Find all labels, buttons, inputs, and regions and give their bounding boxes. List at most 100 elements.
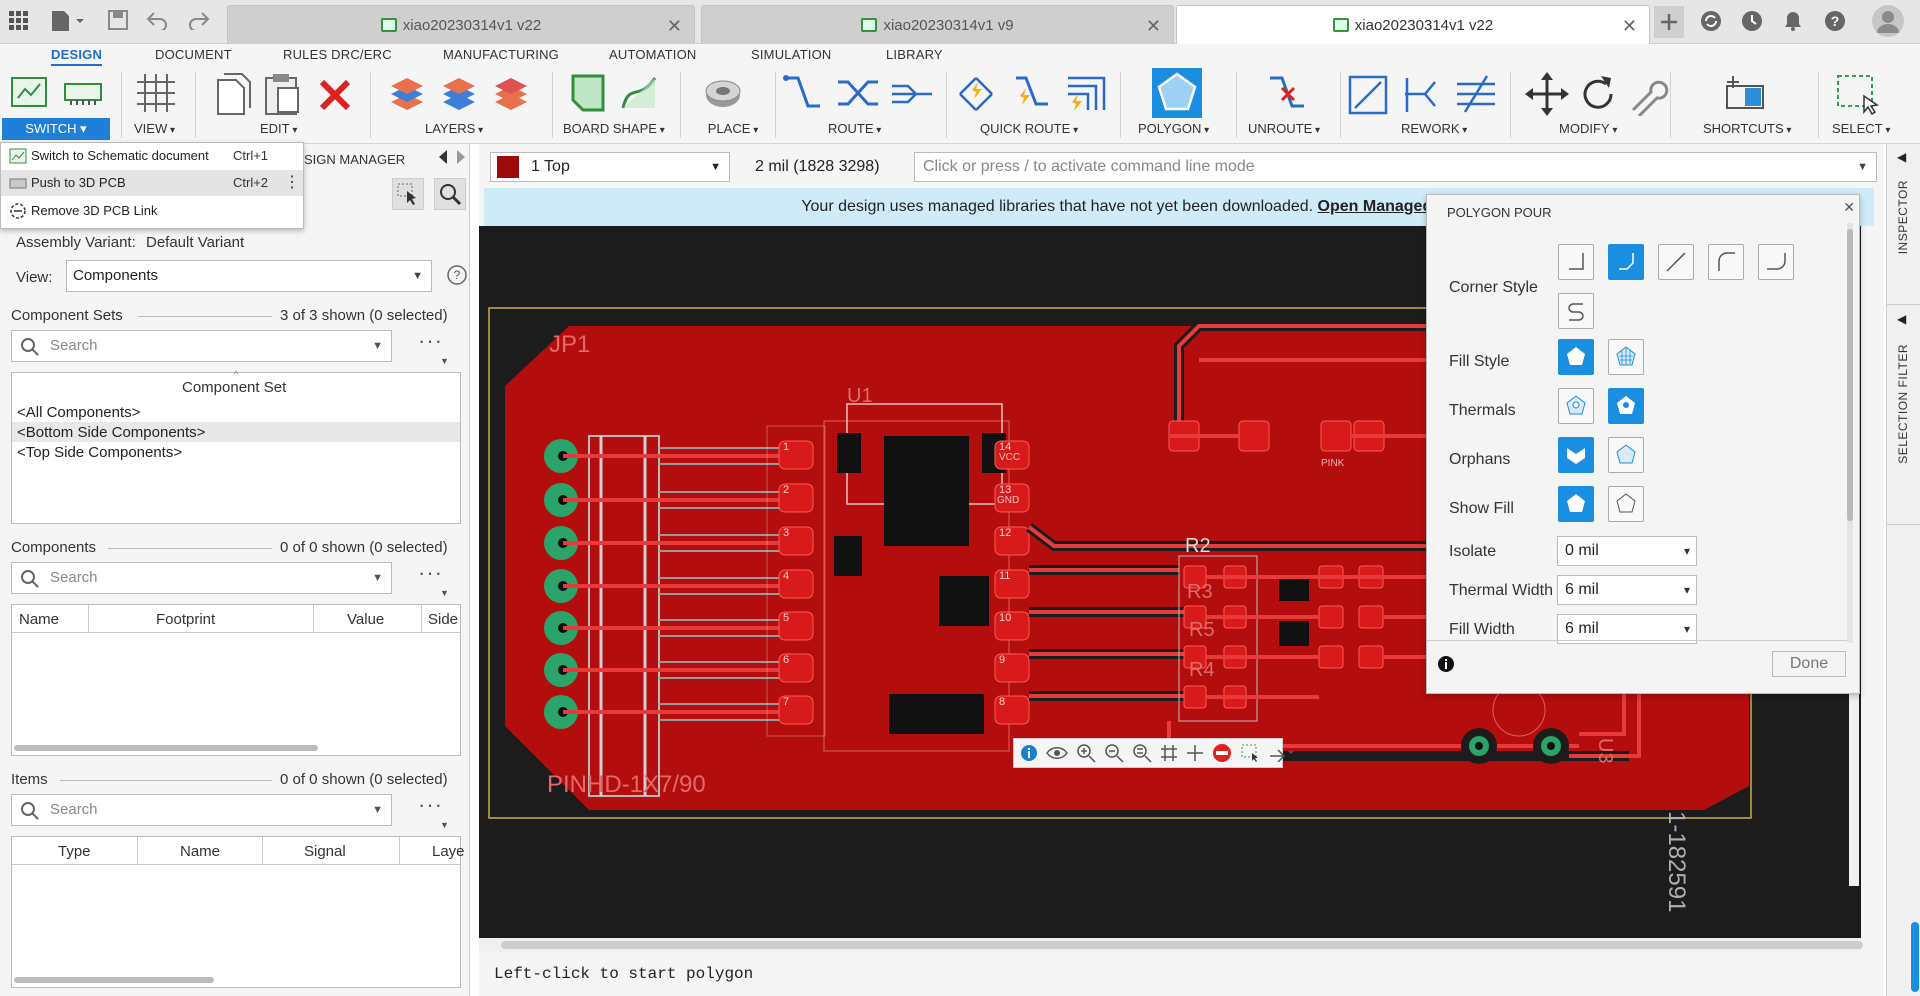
- tab-document-3-active[interactable]: xiao20230314v1 v22 ✕: [1176, 5, 1650, 44]
- file-menu-icon[interactable]: [50, 9, 86, 33]
- tab-simulation[interactable]: SIMULATION: [751, 47, 832, 62]
- board-switch-icon[interactable]: [62, 72, 104, 110]
- switch-menu-button[interactable]: SWITCH ▾: [2, 118, 110, 140]
- rework-ripup-icon[interactable]: [1455, 72, 1497, 116]
- menu-item-push-to-3d-pcb[interactable]: Push to 3D PCB Ctrl+2 ⋮: [1, 170, 303, 196]
- apps-grid-icon[interactable]: [8, 10, 30, 32]
- redo-icon[interactable]: [188, 10, 210, 30]
- panel-expand-right-icon[interactable]: [454, 148, 468, 166]
- column-header-value[interactable]: Value: [347, 611, 384, 628]
- layers-bottom-icon[interactable]: [491, 72, 531, 116]
- column-header-signal[interactable]: Signal: [304, 843, 346, 860]
- corner-s-curve-button[interactable]: [1558, 293, 1594, 329]
- sync-icon[interactable]: [1700, 10, 1722, 32]
- tab-document-2[interactable]: xiao20230314v1 v9 ✕: [701, 5, 1174, 44]
- menu-item-switch-to-schematic[interactable]: Switch to Schematic document Ctrl+1: [1, 143, 303, 169]
- more-options-icon[interactable]: ···: [418, 792, 443, 818]
- column-header-side[interactable]: Side: [428, 611, 458, 628]
- list-item[interactable]: <Top Side Components>: [17, 444, 182, 461]
- info-icon[interactable]: [1020, 744, 1038, 762]
- crosshair-icon[interactable]: [1186, 744, 1204, 762]
- polygon-tool-button[interactable]: [1152, 68, 1202, 118]
- show-fill-off-button[interactable]: [1608, 486, 1644, 522]
- inspector-tab[interactable]: INSPECTOR: [1896, 180, 1910, 254]
- zoom-out-icon[interactable]: [1104, 743, 1124, 763]
- board-shape-label[interactable]: BOARD SHAPE: [563, 121, 665, 136]
- route-label[interactable]: ROUTE: [828, 121, 881, 136]
- view-select[interactable]: Components ▼: [66, 260, 432, 292]
- edit-label[interactable]: EDIT: [260, 121, 297, 136]
- corner-round-button[interactable]: [1708, 244, 1744, 280]
- layer-select[interactable]: 1 Top ▼: [490, 152, 730, 182]
- quick-route-label[interactable]: QUICK ROUTE: [980, 121, 1078, 136]
- isolate-select[interactable]: 0 mil: [1557, 536, 1697, 566]
- view-label[interactable]: VIEW: [134, 121, 175, 136]
- user-avatar[interactable]: [1872, 5, 1904, 37]
- column-header-type[interactable]: Type: [58, 843, 91, 860]
- tab-library[interactable]: LIBRARY: [886, 47, 943, 62]
- column-header-name[interactable]: Name: [180, 843, 220, 860]
- tab-document[interactable]: DOCUMENT: [155, 47, 232, 62]
- menu-item-remove-3d-pcb-link[interactable]: Remove 3D PCB Link: [1, 198, 303, 224]
- list-item[interactable]: <Bottom Side Components>: [17, 424, 205, 441]
- close-icon[interactable]: ✕: [1843, 199, 1855, 216]
- components-search[interactable]: Search ▼: [11, 562, 392, 594]
- column-header-component-set[interactable]: Component Set: [182, 379, 286, 396]
- fill-solid-button[interactable]: [1558, 339, 1594, 375]
- thermals-on-button[interactable]: [1608, 388, 1644, 424]
- close-icon[interactable]: ✕: [1146, 16, 1161, 37]
- help-circle-icon[interactable]: ?: [446, 264, 468, 286]
- route-multi-icon[interactable]: [890, 72, 934, 116]
- panel-collapse-left-icon[interactable]: [436, 148, 450, 166]
- grid-icon[interactable]: [1160, 744, 1178, 762]
- unroute-label[interactable]: UNROUTE: [1248, 121, 1320, 136]
- rework-split-icon[interactable]: [1401, 72, 1443, 116]
- tab-manufacturing[interactable]: MANUFACTURING: [443, 47, 559, 62]
- rotate-icon[interactable]: [1577, 72, 1619, 116]
- copy-icon[interactable]: [214, 72, 252, 116]
- route-differential-icon[interactable]: [836, 72, 880, 116]
- layers-stack-icon[interactable]: [387, 72, 427, 116]
- unroute-icon[interactable]: [1266, 72, 1310, 116]
- eye-icon[interactable]: [1046, 744, 1068, 762]
- component-sets-search[interactable]: Search ▼: [11, 330, 392, 362]
- stop-icon[interactable]: [1212, 743, 1232, 763]
- info-icon[interactable]: [1437, 655, 1455, 673]
- column-header-footprint[interactable]: Footprint: [156, 611, 215, 628]
- zoom-in-icon[interactable]: [1076, 743, 1096, 763]
- layers-top-icon[interactable]: [439, 72, 479, 116]
- selection-filter-tab[interactable]: SELECTION FILTER: [1896, 344, 1910, 464]
- command-line-input[interactable]: Click or press / to activate command lin…: [914, 152, 1877, 182]
- list-item[interactable]: <All Components>: [17, 404, 140, 421]
- corner-diagonal-button[interactable]: [1658, 244, 1694, 280]
- more-vertical-icon[interactable]: ⋮: [284, 170, 300, 196]
- tab-automation[interactable]: AUTOMATION: [609, 47, 696, 62]
- horizontal-scrollbar[interactable]: [14, 977, 214, 983]
- rework-slice-icon[interactable]: [1347, 72, 1389, 116]
- assembly-variant-value[interactable]: Default Variant: [146, 234, 244, 251]
- thermals-off-button[interactable]: [1558, 388, 1594, 424]
- layers-label[interactable]: LAYERS: [425, 121, 483, 136]
- measure-dropdown-icon[interactable]: [1268, 744, 1296, 762]
- done-button[interactable]: Done: [1772, 651, 1846, 677]
- select-window-icon[interactable]: [1834, 72, 1882, 116]
- panel-scrollbar[interactable]: [1847, 229, 1853, 521]
- more-options-icon[interactable]: ···: [418, 560, 443, 586]
- selection-box-icon[interactable]: [1240, 743, 1260, 763]
- modify-label[interactable]: MODIFY: [1559, 121, 1617, 136]
- zoom-search-button[interactable]: [434, 178, 466, 210]
- tab-rules-drc-erc[interactable]: RULES DRC/ERC: [283, 47, 392, 62]
- grid-icon[interactable]: [135, 72, 177, 114]
- route-manual-icon[interactable]: [782, 72, 824, 116]
- board-curve-icon[interactable]: [619, 72, 661, 114]
- corner-chamfer-button[interactable]: [1608, 244, 1644, 280]
- move-icon[interactable]: [1525, 72, 1569, 116]
- corner-arc-button[interactable]: [1758, 244, 1794, 280]
- orphans-off-button[interactable]: [1608, 437, 1644, 473]
- column-header-layer[interactable]: Laye: [432, 843, 465, 860]
- select-label[interactable]: SELECT: [1832, 121, 1890, 136]
- quick-route-multiple-icon[interactable]: [1064, 72, 1108, 116]
- tab-design[interactable]: DESIGN: [51, 47, 103, 67]
- close-icon[interactable]: ✕: [667, 16, 682, 37]
- rework-label[interactable]: REWORK: [1401, 121, 1467, 136]
